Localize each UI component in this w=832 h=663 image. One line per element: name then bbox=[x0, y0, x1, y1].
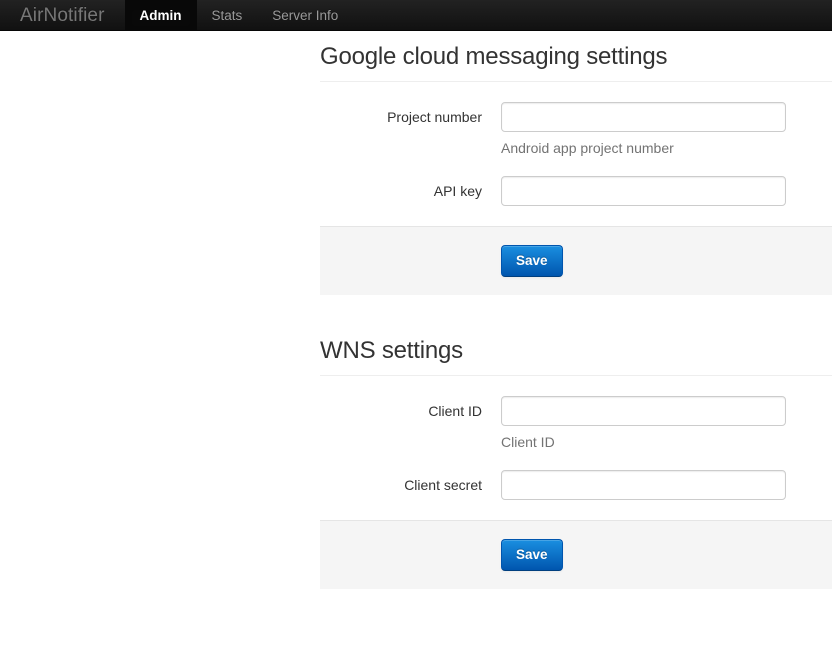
section-divider-wns bbox=[320, 375, 832, 376]
content-container: Google cloud messaging settings Project … bbox=[320, 31, 832, 589]
controls-api-key bbox=[501, 176, 832, 206]
label-client-secret: Client secret bbox=[404, 477, 482, 493]
form-row-client-secret: Client secret bbox=[320, 470, 832, 500]
api-key-input[interactable] bbox=[501, 176, 786, 206]
nav-item-admin[interactable]: Admin bbox=[124, 0, 197, 30]
client-secret-input[interactable] bbox=[501, 470, 786, 500]
controls-project-number: Android app project number bbox=[501, 102, 832, 158]
form-actions-gcm: Save bbox=[320, 226, 832, 295]
project-number-input[interactable] bbox=[501, 102, 786, 132]
form-actions-wns: Save bbox=[320, 520, 832, 589]
brand-logo[interactable]: AirNotifier bbox=[6, 0, 125, 30]
nav-item-stats[interactable]: Stats bbox=[197, 0, 258, 30]
form-row-api-key: API key bbox=[320, 176, 832, 206]
controls-client-secret bbox=[501, 470, 832, 500]
label-project-number: Project number bbox=[387, 109, 482, 125]
section-divider-gcm bbox=[320, 81, 832, 82]
save-button-gcm[interactable]: Save bbox=[501, 245, 563, 277]
top-navbar: AirNotifier Admin Stats Server Info bbox=[0, 0, 832, 31]
page-title-wns: WNS settings bbox=[320, 337, 463, 364]
label-client-id: Client ID bbox=[428, 403, 482, 419]
client-id-input[interactable] bbox=[501, 396, 786, 426]
help-project-number: Android app project number bbox=[501, 140, 674, 156]
label-api-key: API key bbox=[433, 183, 482, 199]
form-row-project-number: Project number Android app project numbe… bbox=[320, 102, 832, 158]
navbar-inner: AirNotifier Admin Stats Server Info bbox=[0, 0, 832, 30]
save-button-wns[interactable]: Save bbox=[501, 539, 563, 571]
controls-client-id: Client ID bbox=[501, 396, 832, 452]
page-title-gcm: Google cloud messaging settings bbox=[320, 43, 668, 70]
form-row-client-id: Client ID Client ID bbox=[320, 396, 832, 452]
nav-item-server-info[interactable]: Server Info bbox=[257, 0, 353, 30]
section-wns-settings: WNS settings Client ID Client ID Client … bbox=[320, 325, 832, 589]
section-gcm-settings: Google cloud messaging settings Project … bbox=[320, 31, 832, 295]
help-client-id: Client ID bbox=[501, 434, 555, 450]
